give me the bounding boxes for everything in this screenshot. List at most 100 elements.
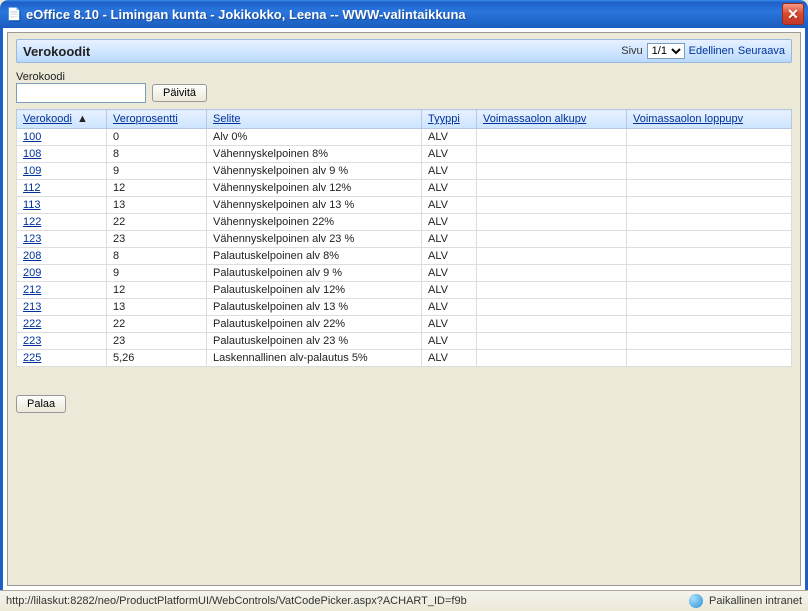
footer-bar: Palaa [16,395,792,413]
row-loppupv [627,214,792,231]
row-alkupv [477,282,627,299]
row-alkupv [477,333,627,350]
col-loppupv[interactable]: Voimassaolon loppupv [633,113,743,125]
table-row: 22323Palautuskelpoinen alv 23 %ALV [17,333,792,350]
row-pct: 8 [107,248,207,265]
row-loppupv [627,146,792,163]
row-code-link[interactable]: 123 [23,233,41,245]
row-alkupv [477,350,627,367]
page-select[interactable]: 1/1 [647,43,685,59]
row-code-link[interactable]: 208 [23,250,41,262]
row-type: ALV [422,316,477,333]
row-pct: 13 [107,197,207,214]
row-type: ALV [422,265,477,282]
row-pct: 12 [107,282,207,299]
table-row: 2099Palautuskelpoinen alv 9 %ALV [17,265,792,282]
row-type: ALV [422,214,477,231]
row-pct: 13 [107,299,207,316]
prev-page-link[interactable]: Edellinen [689,45,734,57]
row-type: ALV [422,248,477,265]
row-code-link[interactable]: 100 [23,131,41,143]
row-loppupv [627,316,792,333]
row-type: ALV [422,299,477,316]
row-code-link[interactable]: 222 [23,318,41,330]
row-pct: 8 [107,146,207,163]
row-code-link[interactable]: 113 [23,199,41,211]
panel-title: Verokoodit [23,44,621,59]
row-loppupv [627,180,792,197]
row-selite: Palautuskelpoinen alv 22% [207,316,422,333]
row-code-link[interactable]: 213 [23,301,41,313]
col-selite[interactable]: Selite [213,113,241,125]
close-button[interactable]: ✕ [782,3,804,25]
row-selite: Palautuskelpoinen alv 8% [207,248,422,265]
row-type: ALV [422,180,477,197]
table-row: 12323Vähennyskelpoinen alv 23 %ALV [17,231,792,248]
row-type: ALV [422,231,477,248]
table-row: 22222Palautuskelpoinen alv 22%ALV [17,316,792,333]
row-pct: 23 [107,231,207,248]
next-page-link[interactable]: Seuraava [738,45,785,57]
globe-icon [689,594,703,608]
table-row: 113 13Vähennyskelpoinen alv 13 %ALV [17,197,792,214]
row-selite: Palautuskelpoinen alv 9 % [207,265,422,282]
window-titlebar: 📄 eOffice 8.10 - Limingan kunta - Jokiko… [0,0,808,28]
row-code-link[interactable]: 122 [23,216,41,228]
row-type: ALV [422,282,477,299]
row-alkupv [477,316,627,333]
status-url: http://lilaskut:8282/neo/ProductPlatform… [6,595,683,607]
row-selite: Vähennyskelpoinen alv 9 % [207,163,422,180]
row-alkupv [477,248,627,265]
col-alkupv[interactable]: Voimassaolon alkupv [483,113,586,125]
table-row: 21212Palautuskelpoinen alv 12%ALV [17,282,792,299]
row-alkupv [477,163,627,180]
window-title: eOffice 8.10 - Limingan kunta - Jokikokk… [26,7,782,22]
row-code-link[interactable]: 109 [23,165,41,177]
row-pct: 0 [107,129,207,146]
row-code-link[interactable]: 212 [23,284,41,296]
close-icon: ✕ [787,6,799,23]
filter-row: Verokoodi Päivitä [16,71,792,103]
row-code-link[interactable]: 209 [23,267,41,279]
row-code-link[interactable]: 225 [23,352,41,364]
row-selite: Vähennyskelpoinen alv 13 % [207,197,422,214]
refresh-button[interactable]: Päivitä [152,84,207,102]
row-loppupv [627,248,792,265]
table-row: 21313Palautuskelpoinen alv 13 %ALV [17,299,792,316]
row-loppupv [627,350,792,367]
page-label: Sivu [621,45,642,57]
row-code-link[interactable]: 223 [23,335,41,347]
col-tyyppi[interactable]: Tyyppi [428,113,460,125]
row-loppupv [627,197,792,214]
verokoodit-table: Verokoodi ▲ Veroprosentti Selite Tyyppi … [16,109,792,367]
row-code-link[interactable]: 108 [23,148,41,160]
table-header-row: Verokoodi ▲ Veroprosentti Selite Tyyppi … [17,110,792,129]
row-selite: Vähennyskelpoinen alv 12% [207,180,422,197]
pagination: Sivu 1/1 Edellinen Seuraava [621,43,785,59]
row-alkupv [477,146,627,163]
row-selite: Palautuskelpoinen alv 23 % [207,333,422,350]
table-row: 2255,26Laskennallinen alv-palautus 5%ALV [17,350,792,367]
row-alkupv [477,197,627,214]
row-alkupv [477,299,627,316]
verokoodi-input[interactable] [16,83,146,103]
row-type: ALV [422,197,477,214]
table-row: 1088Vähennyskelpoinen 8%ALV [17,146,792,163]
window-body: Verokoodit Sivu 1/1 Edellinen Seuraava V… [0,28,808,590]
row-type: ALV [422,129,477,146]
back-button[interactable]: Palaa [16,395,66,413]
panel-header: Verokoodit Sivu 1/1 Edellinen Seuraava [16,39,792,63]
row-alkupv [477,129,627,146]
row-pct: 22 [107,316,207,333]
main-panel: Verokoodit Sivu 1/1 Edellinen Seuraava V… [7,32,801,586]
row-code-link[interactable]: 112 [23,182,41,194]
table-body: 1000Alv 0%ALV1088Vähennyskelpoinen 8%ALV… [17,129,792,367]
col-veroprosentti[interactable]: Veroprosentti [113,113,178,125]
row-alkupv [477,214,627,231]
row-type: ALV [422,163,477,180]
col-verokoodi[interactable]: Verokoodi [23,113,72,125]
table-row: 12222Vähennyskelpoinen 22%ALV [17,214,792,231]
row-loppupv [627,231,792,248]
status-zone: Paikallinen intranet [709,595,802,607]
row-loppupv [627,129,792,146]
